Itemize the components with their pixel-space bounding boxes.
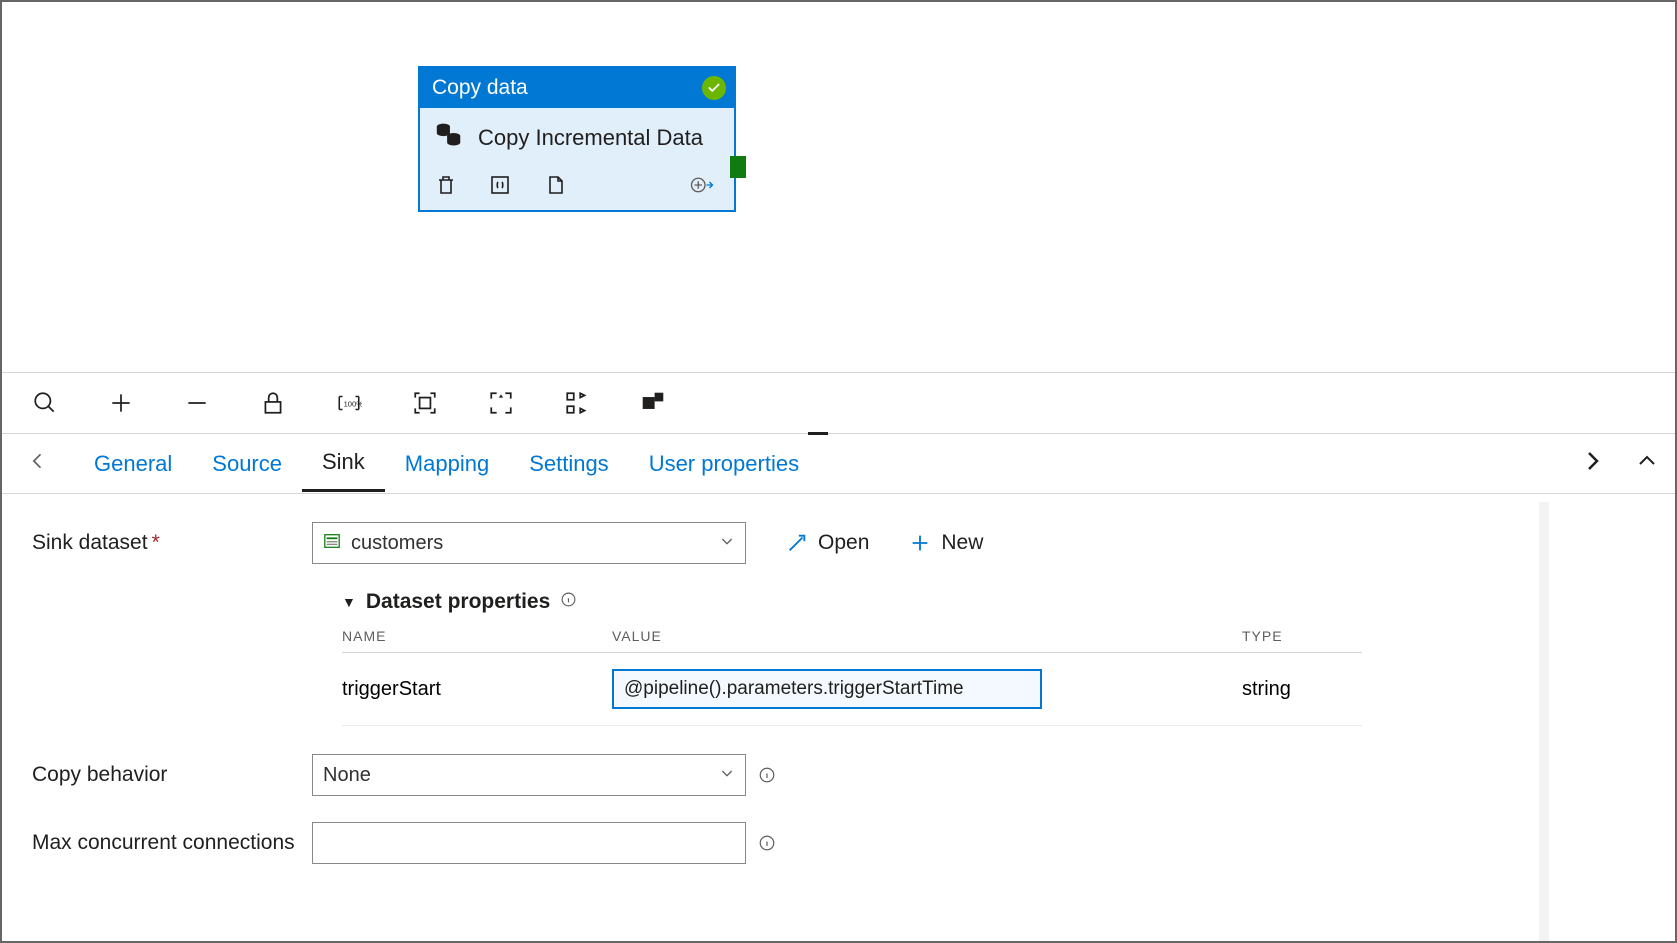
auto-align-icon[interactable]	[562, 388, 592, 418]
search-icon[interactable]	[30, 388, 60, 418]
col-header-value: VALUE	[612, 628, 1242, 644]
dataset-properties-toggle[interactable]: ▼ Dataset properties	[342, 590, 1645, 614]
activity-header[interactable]: Copy data	[420, 68, 734, 108]
tab-source[interactable]: Source	[192, 437, 302, 491]
param-type: string	[1242, 678, 1362, 701]
dataset-properties-section: ▼ Dataset properties NAME VALUE TYPE tri…	[342, 590, 1645, 726]
fullscreen-icon[interactable]	[486, 388, 516, 418]
zoom-in-icon[interactable]	[106, 388, 136, 418]
zoom-out-icon[interactable]	[182, 388, 212, 418]
fit-screen-icon[interactable]	[410, 388, 440, 418]
collapse-panel-icon[interactable]	[1635, 449, 1659, 478]
activity-copy-data[interactable]: Copy data Copy Incremental Data	[418, 66, 736, 212]
open-dataset-button[interactable]: Open	[786, 531, 869, 555]
svg-text:100%: 100%	[344, 399, 362, 408]
lock-icon[interactable]	[258, 388, 288, 418]
output-connector-handle[interactable]	[730, 156, 746, 178]
sink-dataset-value: customers	[351, 532, 709, 555]
max-connections-input[interactable]	[312, 822, 746, 864]
scrollbar[interactable]	[1539, 502, 1549, 941]
table-row: triggerStart string	[342, 653, 1362, 726]
tab-scroll-right-icon[interactable]	[1581, 449, 1605, 478]
info-icon[interactable]	[758, 766, 776, 784]
sink-panel: Sink dataset* customers Open New ▼ Datas…	[2, 494, 1675, 918]
param-name: triggerStart	[342, 678, 612, 701]
code-icon[interactable]	[488, 173, 512, 202]
validation-success-icon	[702, 76, 726, 100]
max-connections-label: Max concurrent connections	[32, 831, 312, 855]
minimap-icon[interactable]	[638, 388, 668, 418]
database-icon	[434, 120, 464, 155]
new-label: New	[941, 531, 983, 555]
add-output-icon[interactable]	[690, 173, 714, 202]
sink-dataset-label: Sink dataset	[32, 531, 148, 554]
tab-settings[interactable]: Settings	[509, 437, 629, 491]
properties-tabs: General Source Sink Mapping Settings Use…	[2, 434, 1675, 494]
pipeline-canvas[interactable]: Copy data Copy Incremental Data	[2, 2, 1675, 372]
clone-icon[interactable]	[542, 173, 566, 202]
dataset-params-table: NAME VALUE TYPE triggerStart string	[342, 628, 1362, 726]
tab-scroll-left-icon[interactable]	[28, 451, 48, 476]
required-indicator: *	[152, 531, 160, 554]
tab-sink[interactable]: Sink	[302, 435, 385, 492]
tab-user-properties[interactable]: User properties	[629, 437, 819, 491]
chevron-down-icon	[719, 765, 735, 786]
sink-dataset-dropdown[interactable]: customers	[312, 522, 746, 564]
zoom-100-icon[interactable]: 100%	[334, 388, 364, 418]
copy-behavior-dropdown[interactable]: None	[312, 754, 746, 796]
info-icon[interactable]	[560, 590, 577, 614]
activity-body: Copy Incremental Data	[420, 108, 734, 210]
max-connections-row: Max concurrent connections	[32, 822, 1645, 864]
copy-behavior-value: None	[323, 764, 709, 787]
canvas-toolbar: 100%	[2, 372, 1675, 434]
activity-type-label: Copy data	[432, 76, 528, 100]
tab-general[interactable]: General	[74, 437, 192, 491]
dataset-icon	[323, 532, 341, 555]
copy-behavior-label: Copy behavior	[32, 763, 312, 787]
col-header-name: NAME	[342, 628, 612, 644]
col-header-type: TYPE	[1242, 628, 1362, 644]
activity-name: Copy Incremental Data	[478, 125, 703, 151]
tab-mapping[interactable]: Mapping	[385, 437, 509, 491]
delete-icon[interactable]	[434, 173, 458, 202]
open-label: Open	[818, 531, 869, 555]
info-icon[interactable]	[758, 834, 776, 852]
new-dataset-button[interactable]: New	[909, 531, 983, 555]
dataset-properties-title: Dataset properties	[366, 590, 550, 614]
chevron-down-icon	[719, 533, 735, 554]
sink-dataset-row: Sink dataset* customers Open New	[32, 522, 1645, 564]
param-value-input[interactable]	[612, 669, 1042, 709]
caret-down-icon: ▼	[342, 594, 356, 610]
copy-behavior-row: Copy behavior None	[32, 754, 1645, 796]
